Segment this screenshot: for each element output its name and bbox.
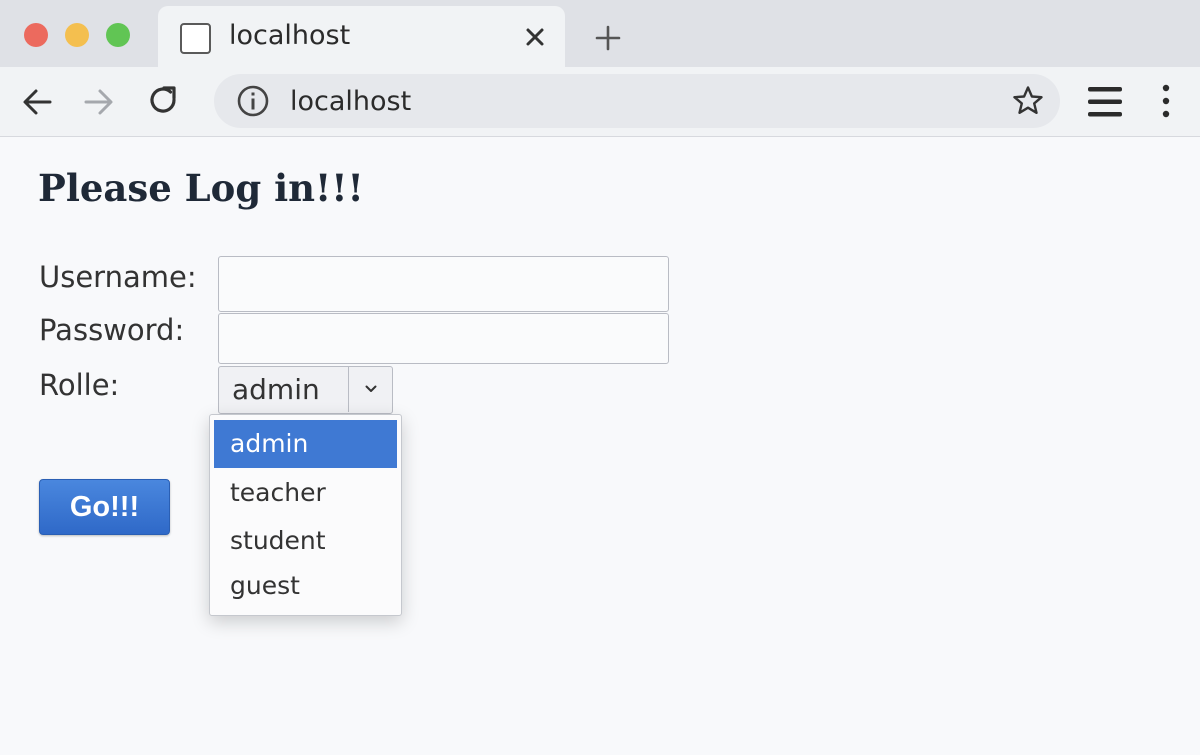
- role-select[interactable]: admin: [218, 366, 393, 414]
- role-option-admin[interactable]: admin: [214, 420, 397, 468]
- star-icon[interactable]: [1011, 84, 1045, 118]
- password-label: Password:: [39, 313, 185, 347]
- role-option-guest[interactable]: guest: [214, 563, 397, 611]
- username-field[interactable]: [218, 256, 669, 312]
- tab-title: localhost: [229, 20, 351, 51]
- password-field[interactable]: [218, 313, 669, 364]
- page-favicon-icon: [180, 23, 211, 54]
- role-select-value: admin: [232, 373, 320, 406]
- address-bar[interactable]: localhost: [214, 74, 1060, 128]
- window-maximize-button[interactable]: [106, 23, 130, 47]
- back-arrow-icon[interactable]: [20, 85, 54, 119]
- browser-toolbar: localhost: [0, 67, 1200, 137]
- submit-button[interactable]: Go!!!: [39, 479, 170, 535]
- kebab-menu-icon[interactable]: [1155, 81, 1177, 121]
- plus-icon[interactable]: [592, 22, 624, 54]
- window-close-button[interactable]: [24, 23, 48, 47]
- role-option-teacher[interactable]: teacher: [214, 470, 397, 518]
- address-url[interactable]: localhost: [290, 86, 411, 117]
- tab-strip: localhost: [0, 0, 1200, 67]
- page-title: Please Log in!!!: [38, 166, 364, 210]
- username-label: Username:: [39, 260, 197, 294]
- forward-arrow-icon[interactable]: [82, 85, 116, 119]
- browser-tab[interactable]: localhost: [158, 6, 565, 67]
- reload-icon[interactable]: [145, 83, 181, 119]
- role-select-toggle[interactable]: [348, 367, 392, 412]
- close-icon[interactable]: [520, 22, 550, 52]
- hamburger-menu-icon[interactable]: [1086, 84, 1124, 120]
- info-icon[interactable]: [236, 84, 270, 118]
- window-minimize-button[interactable]: [65, 23, 89, 47]
- role-option-student[interactable]: student: [214, 518, 397, 566]
- chevron-down-icon: [365, 385, 377, 392]
- role-label: Rolle:: [39, 368, 120, 402]
- role-dropdown-list: admin teacher student guest: [209, 414, 402, 616]
